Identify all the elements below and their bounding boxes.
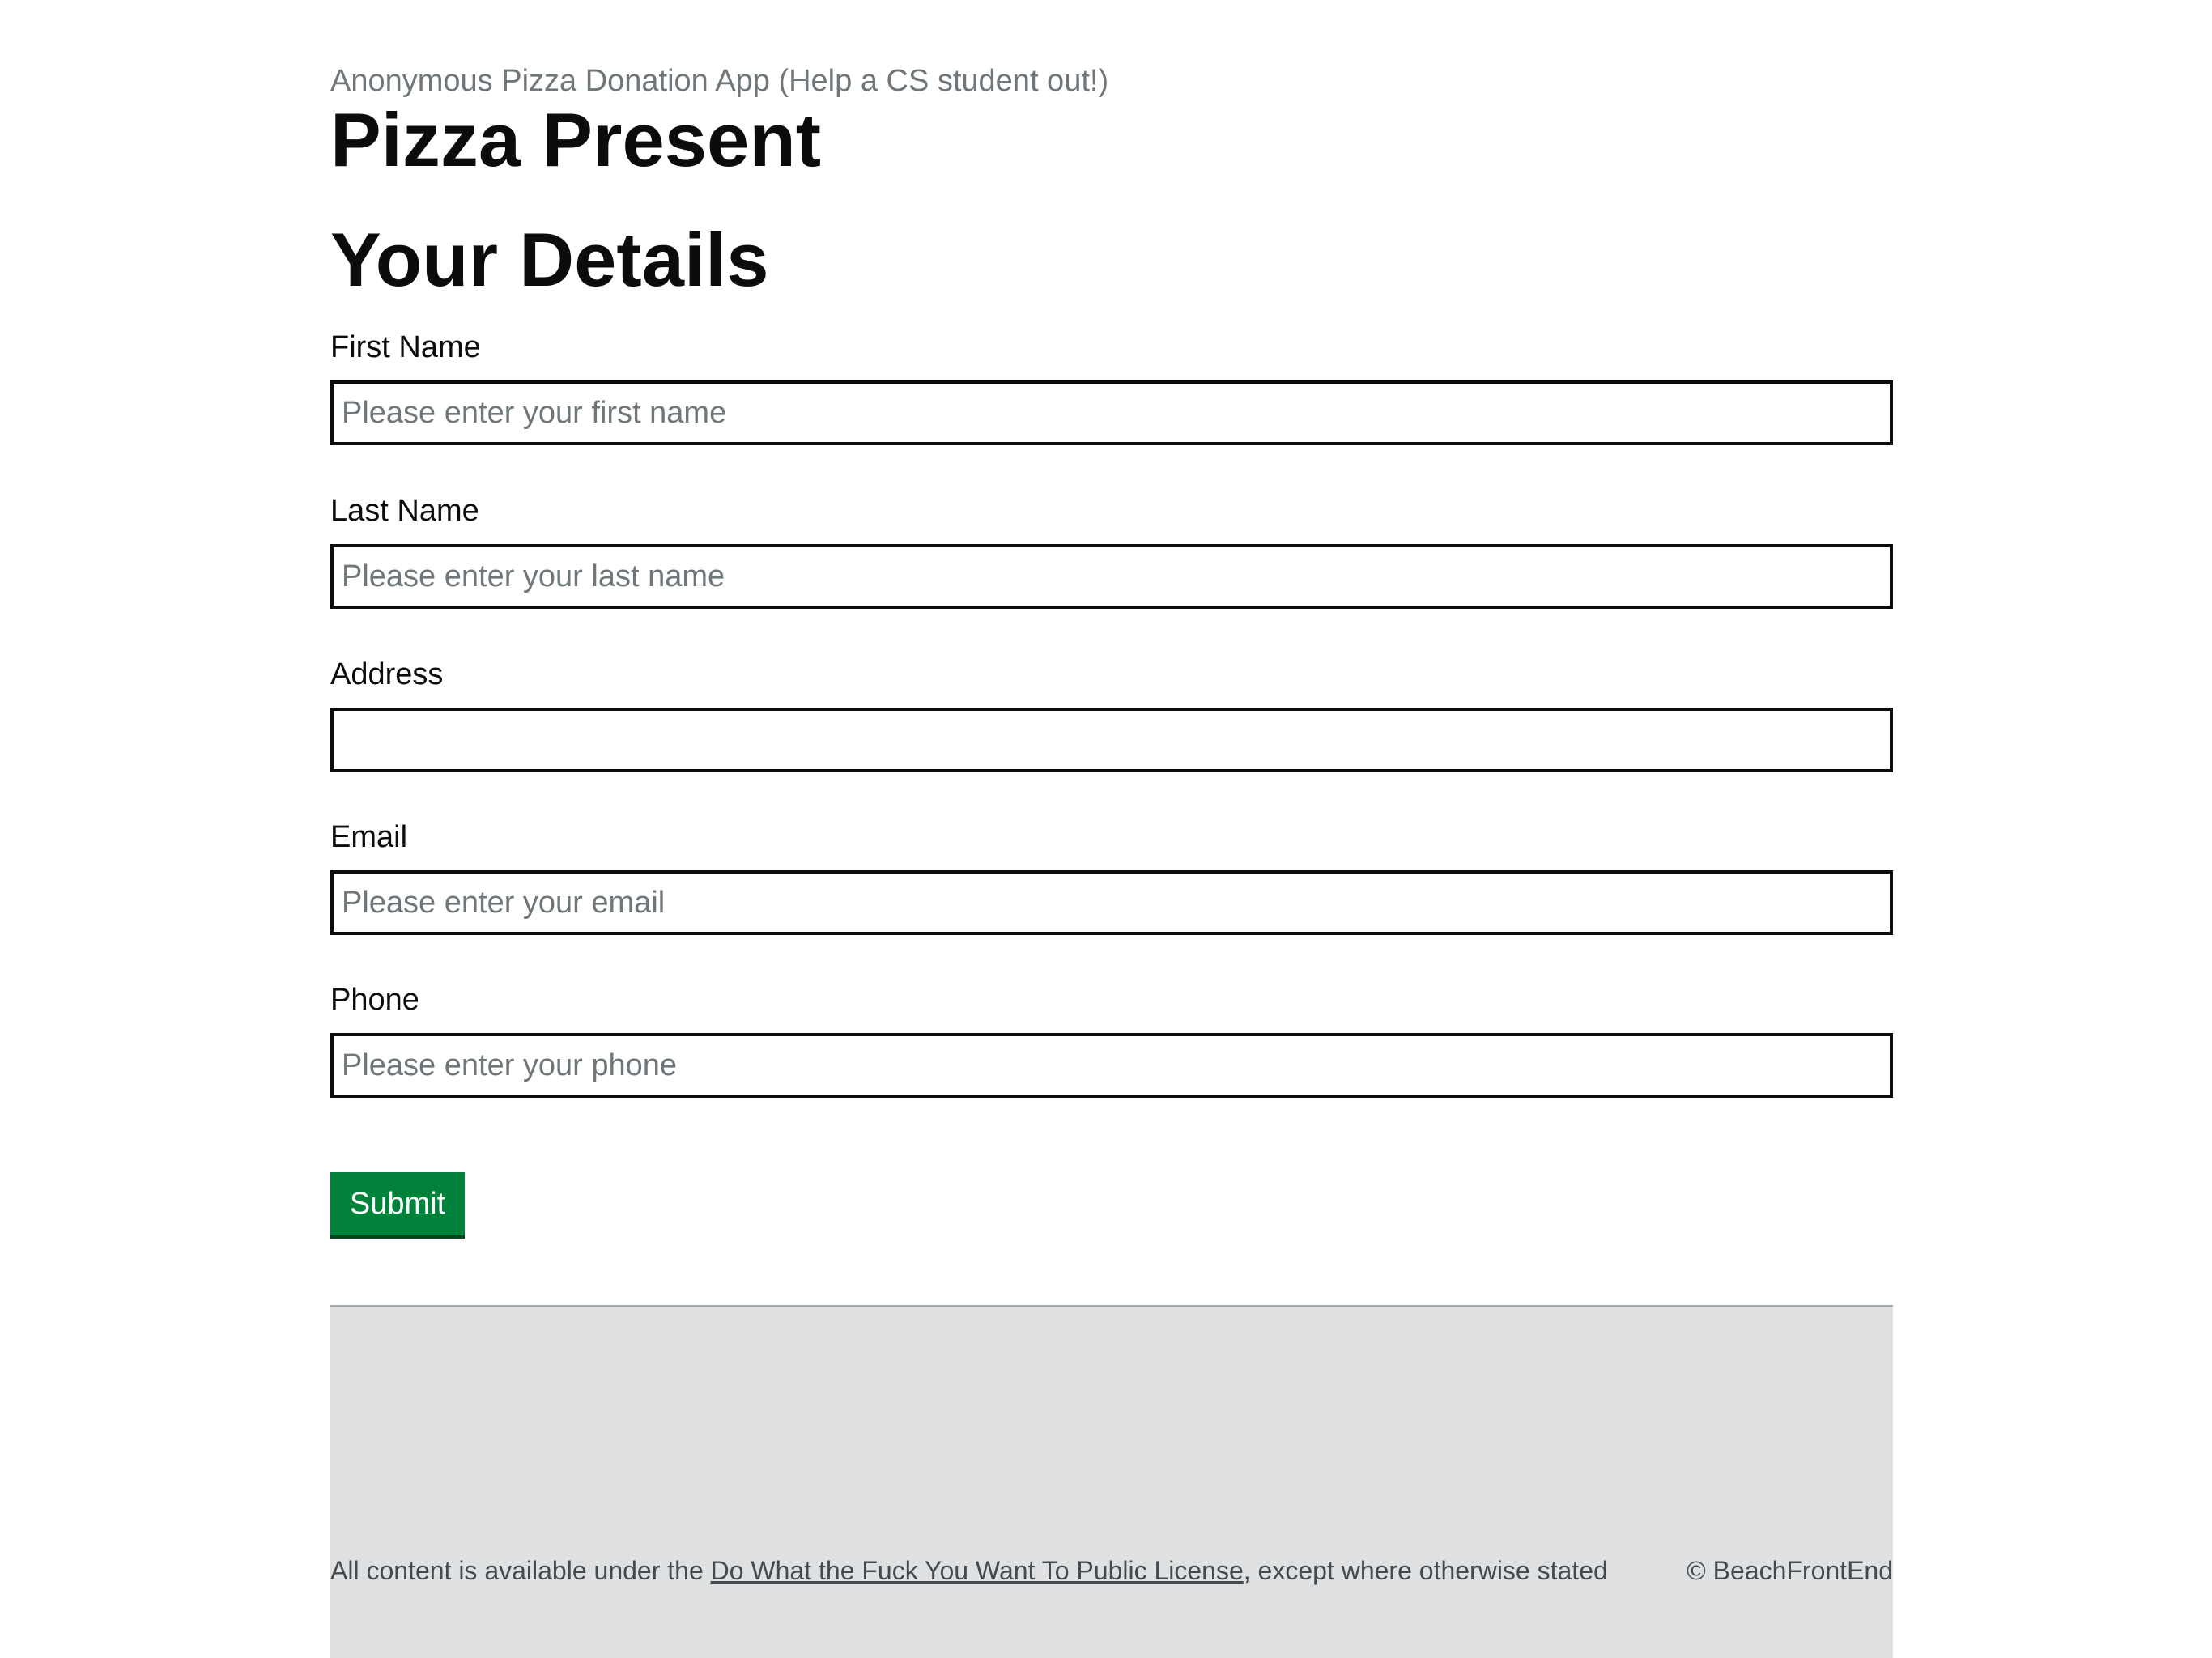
first-name-label: First Name xyxy=(330,330,481,364)
page-title: Pizza Present xyxy=(330,97,822,182)
phone-label: Phone xyxy=(330,983,419,1017)
address-label: Address xyxy=(330,657,444,691)
address-input[interactable] xyxy=(330,708,1893,772)
phone-field-group: Phone xyxy=(330,981,1893,1098)
email-input[interactable] xyxy=(330,870,1893,935)
address-field-group: Address xyxy=(330,656,1893,772)
submit-button[interactable]: Submit xyxy=(330,1172,465,1239)
email-label: Email xyxy=(330,820,408,854)
last-name-input[interactable] xyxy=(330,544,1893,609)
footer: All content is available under the Do Wh… xyxy=(330,1305,1893,1658)
license-prefix: All content is available under the xyxy=(330,1556,711,1585)
section-title: Your Details xyxy=(330,217,769,302)
page: Anonymous Pizza Donation App (Help a CS … xyxy=(330,0,1893,1658)
last-name-field-group: Last Name xyxy=(330,492,1893,609)
footer-license-text: All content is available under the Do Wh… xyxy=(330,1554,1608,1587)
license-suffix: , except where otherwise stated xyxy=(1243,1556,1608,1585)
app-caption: Anonymous Pizza Donation App (Help a CS … xyxy=(330,64,1109,98)
first-name-field-group: First Name xyxy=(330,329,1893,445)
last-name-label: Last Name xyxy=(330,494,479,528)
license-link[interactable]: Do What the Fuck You Want To Public Lice… xyxy=(711,1556,1244,1585)
footer-copyright: © BeachFrontEnd xyxy=(1687,1556,1893,1585)
email-field-group: Email xyxy=(330,818,1893,935)
first-name-input[interactable] xyxy=(330,380,1893,445)
phone-input[interactable] xyxy=(330,1033,1893,1098)
